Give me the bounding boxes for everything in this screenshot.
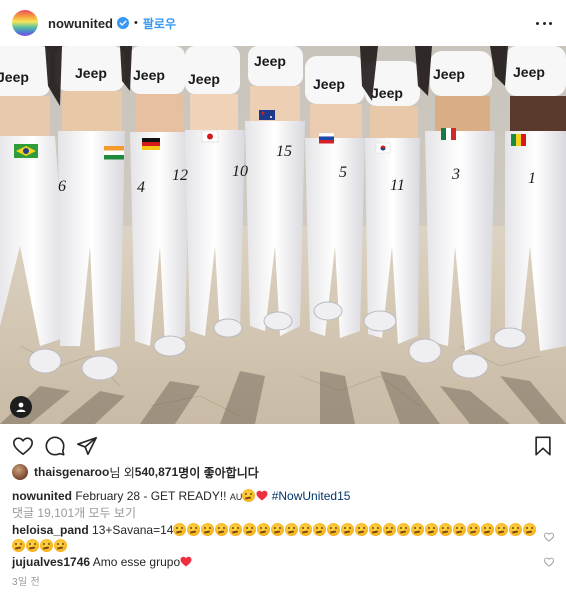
flag-korea — [375, 142, 391, 154]
avatar[interactable] — [12, 10, 38, 36]
jeep-text-7: Jeep — [371, 85, 403, 101]
jersey-number-4: 4 — [137, 179, 145, 196]
thinking-emoji-icon — [425, 523, 439, 536]
jersey-number-11: 11 — [390, 177, 405, 194]
thinking-emoji-icon — [242, 489, 256, 502]
post-actions — [0, 431, 566, 461]
follow-button[interactable]: 팔로우 — [143, 15, 176, 32]
more-options-icon[interactable] — [536, 15, 552, 31]
flag-mexico — [441, 128, 456, 140]
thinking-emoji-icon — [187, 523, 201, 536]
jersey-number-10: 10 — [232, 163, 248, 180]
post-caption: nowunited February 28 - GET READY!! AU #… — [12, 488, 350, 505]
jersey-number-12: 12 — [172, 167, 188, 184]
photo-illustration: Jeep Jeep Jeep Jeep Jeep Jeep Jeep Jeep … — [0, 46, 566, 424]
post-timestamp[interactable]: 3일 전 — [12, 573, 40, 588]
jersey-number-6: 6 — [58, 178, 66, 195]
thinking-emoji-icon — [453, 523, 467, 536]
jersey-number-15: 15 — [276, 143, 292, 160]
jeep-text-5: Jeep — [254, 53, 286, 69]
caption-hashtag[interactable]: #NowUnited15 — [272, 489, 351, 503]
liker-avatar[interactable] — [12, 464, 28, 480]
thinking-emoji-icon — [40, 539, 53, 552]
caption-username[interactable]: nowunited — [12, 489, 72, 503]
comment-text: 13+Savana=14 — [92, 523, 174, 537]
jersey-number-3: 3 — [451, 166, 460, 183]
jeep-text-9: Jeep — [513, 64, 545, 80]
thinking-emoji-icon — [327, 523, 341, 536]
flag-senegal — [511, 134, 526, 146]
comment-like-heart-icon[interactable] — [544, 532, 554, 542]
instagram-post: nowunited • 팔로우 Jeep Jeep Jeep Jeep Jeep… — [0, 0, 566, 603]
comment-bubble-icon[interactable] — [44, 435, 66, 457]
tagged-people-icon[interactable] — [10, 396, 32, 418]
jersey-number-1: 1 — [528, 170, 536, 187]
likes-suffix[interactable]: 명이 좋아합니다 — [178, 464, 259, 481]
thinking-emoji-icon — [411, 523, 425, 536]
post-header: nowunited • 팔로우 — [0, 0, 566, 46]
flag-japan — [201, 130, 219, 143]
comment-username[interactable]: heloisa_pand — [12, 523, 89, 537]
comment-item: heloisa_pand 13+Savana=14 — [12, 522, 542, 554]
thinking-emoji-icon — [173, 523, 187, 536]
jeep-text-1: Jeep — [0, 69, 29, 85]
thinking-emoji-icon — [341, 523, 355, 536]
likes-summary: thaisgenaroo 님 외 540,871 명이 좋아합니다 — [12, 463, 259, 481]
jeep-text-2: Jeep — [75, 65, 107, 81]
comment-like-heart-icon[interactable] — [544, 557, 554, 567]
likes-text: 님 외 — [109, 465, 135, 480]
save-bookmark-icon[interactable] — [532, 435, 554, 457]
caption-text: February 28 - GET READY!! — [75, 489, 230, 503]
thinking-emoji-icon — [313, 523, 327, 536]
thinking-emoji-icon — [481, 523, 495, 536]
thinking-emoji-icon — [215, 523, 229, 536]
thinking-emoji-icon — [285, 523, 299, 536]
comment-username[interactable]: jujualves1746 — [12, 555, 90, 569]
post-username[interactable]: nowunited — [48, 16, 113, 31]
flag-russia — [318, 132, 335, 144]
thinking-emoji-icon — [369, 523, 383, 536]
jeep-text-3: Jeep — [133, 67, 165, 83]
thinking-emoji-icon — [26, 539, 39, 552]
thinking-emoji-icon — [201, 523, 215, 536]
red-heart-emoji-icon — [256, 490, 268, 501]
liker-username[interactable]: thaisgenaroo — [34, 465, 109, 479]
jeep-text-8: Jeep — [433, 66, 465, 82]
thinking-emoji-icon — [467, 523, 481, 536]
thinking-emoji-icon — [355, 523, 369, 536]
separator-dot: • — [134, 17, 138, 29]
flag-germany — [142, 138, 160, 150]
flag-india — [104, 146, 124, 160]
flag-australia — [259, 110, 275, 120]
thinking-emoji-icon — [54, 539, 67, 552]
comment-text: Amo esse grupo — [92, 555, 181, 569]
thinking-emoji-icon — [299, 523, 313, 536]
likes-count[interactable]: 540,871 — [135, 465, 178, 479]
thinking-emoji-row — [12, 523, 537, 553]
comment-item: jujualves1746 Amo esse grupo — [12, 554, 542, 570]
flag-brazil — [14, 144, 38, 158]
thinking-emoji-icon — [397, 523, 411, 536]
like-heart-icon[interactable] — [12, 435, 34, 457]
jeep-text-6: Jeep — [313, 76, 345, 92]
share-direct-icon[interactable] — [76, 435, 98, 457]
thinking-emoji-icon — [257, 523, 271, 536]
thinking-emoji-icon — [439, 523, 453, 536]
thinking-emoji-icon — [383, 523, 397, 536]
thinking-emoji-icon — [243, 523, 257, 536]
red-heart-emoji-icon — [180, 556, 192, 567]
jersey-number-5: 5 — [339, 164, 347, 181]
thinking-emoji-icon — [271, 523, 285, 536]
verified-badge-icon — [117, 17, 129, 29]
caption-small-tag: AU — [229, 492, 243, 502]
thinking-emoji-icon — [12, 539, 25, 552]
jeep-text-4: Jeep — [188, 71, 220, 87]
view-all-comments-link[interactable]: 댓글 19,101개 모두 보기 — [12, 504, 136, 521]
thinking-emoji-icon — [523, 523, 537, 536]
thinking-emoji-icon — [229, 523, 243, 536]
post-image[interactable]: Jeep Jeep Jeep Jeep Jeep Jeep Jeep Jeep … — [0, 46, 566, 424]
thinking-emoji-icon — [509, 523, 523, 536]
thinking-emoji-icon — [495, 523, 509, 536]
